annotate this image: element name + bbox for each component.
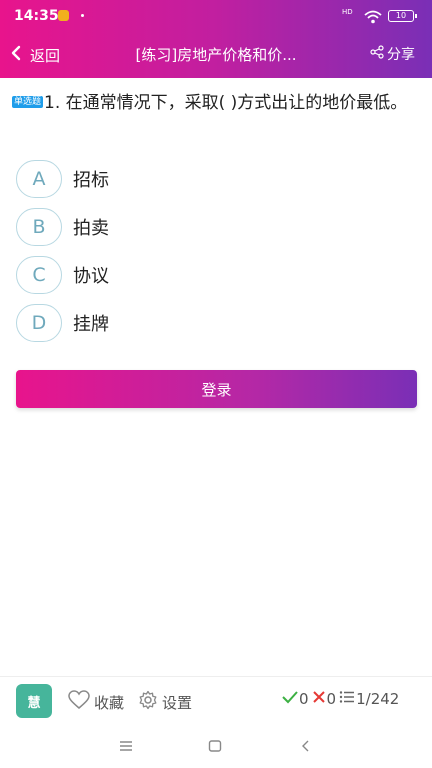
gear-icon — [138, 690, 158, 714]
more-notifications-dot — [81, 14, 84, 17]
settings-label: 设置 — [162, 693, 193, 712]
option-d[interactable]: D 挂牌 — [16, 299, 416, 347]
back-nav-icon[interactable] — [296, 738, 316, 754]
option-c[interactable]: C 协议 — [16, 251, 416, 299]
menu-icon[interactable] — [116, 738, 136, 754]
list-icon — [339, 690, 355, 708]
status-bar: 14:35 HD 10 — [0, 0, 432, 32]
status-time: 14:35 — [14, 8, 59, 24]
home-icon[interactable] — [205, 738, 225, 754]
question-text: 1. 在通常情况下，采取( )方式出让的地价最低。 — [44, 93, 408, 113]
heart-icon — [68, 690, 90, 714]
favorite-button[interactable]: 收藏 — [68, 690, 124, 714]
progress-count: 1/242 — [356, 690, 400, 708]
notification-icon — [58, 10, 69, 21]
back-button[interactable]: 返回 — [10, 42, 60, 68]
option-text: 招标 — [73, 170, 109, 191]
bottom-toolbar: 慧 收藏 设置 0 0 1/242 — [0, 676, 432, 724]
answer-stats: 0 0 1/242 — [282, 690, 402, 708]
question-type-badge: 单选题 — [12, 96, 44, 108]
wrong-count: 0 — [326, 690, 337, 708]
option-text: 协议 — [73, 266, 109, 287]
check-icon — [282, 690, 298, 708]
share-button[interactable]: 分享 — [370, 44, 415, 64]
system-nav-bar — [0, 724, 432, 768]
option-a[interactable]: A 招标 — [16, 155, 416, 203]
option-text: 拍卖 — [73, 218, 109, 239]
option-letter: A — [16, 160, 62, 198]
battery-icon: 10 — [388, 10, 417, 22]
page-title: [练习]房地产价格和价... — [135, 46, 297, 64]
correct-count: 0 — [299, 690, 309, 708]
option-letter: C — [16, 256, 62, 294]
login-button[interactable]: 登录 — [16, 370, 417, 408]
share-icon — [370, 45, 384, 63]
app-logo: 慧 — [16, 684, 52, 718]
options-list: A 招标 B 拍卖 C 协议 D 挂牌 — [16, 155, 416, 347]
option-b[interactable]: B 拍卖 — [16, 203, 416, 251]
chevron-left-icon — [10, 45, 22, 65]
option-text: 挂牌 — [73, 314, 109, 335]
network-type: HD — [342, 8, 353, 16]
back-label: 返回 — [30, 46, 61, 65]
correct-stat: 0 — [282, 690, 309, 708]
settings-button[interactable]: 设置 — [138, 690, 192, 714]
question-stem: 单选题 1. 在通常情况下，采取( )方式出让的地价最低。 — [12, 90, 424, 116]
option-letter: B — [16, 208, 62, 246]
share-label: 分享 — [387, 47, 415, 63]
wifi-icon — [364, 9, 382, 28]
nav-bar: 返回 [练习]房地产价格和价... 分享 — [0, 32, 432, 78]
close-icon — [312, 690, 326, 708]
progress-stat[interactable]: 1/242 — [339, 690, 399, 708]
app-header: 14:35 HD 10 返回 [练习]房地产价格和价... 分享 — [0, 0, 432, 78]
favorite-label: 收藏 — [94, 693, 125, 712]
option-letter: D — [16, 304, 62, 342]
wrong-stat: 0 — [312, 690, 337, 708]
